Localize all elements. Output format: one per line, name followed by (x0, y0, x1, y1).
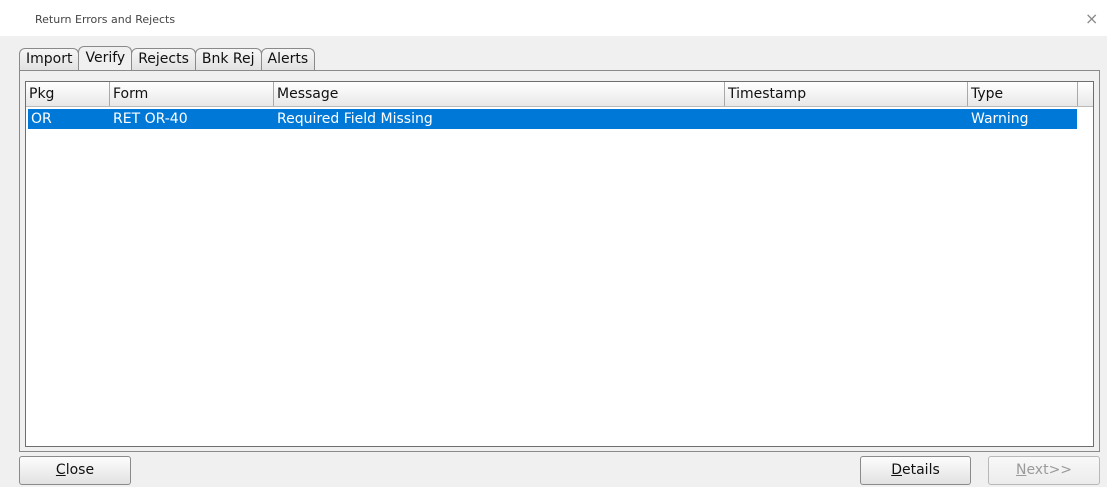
details-button-accel: D (891, 462, 902, 478)
tab-import[interactable]: Import (19, 48, 80, 70)
details-button-label: etails (902, 462, 940, 478)
tab-rejects[interactable]: Rejects (131, 48, 196, 70)
column-header-pkg[interactable]: Pkg (26, 82, 110, 106)
cell-form: RET OR-40 (113, 111, 188, 127)
cell-pkg: OR (31, 111, 52, 127)
tab-bnk-rej[interactable]: Bnk Rej (194, 48, 262, 70)
close-button-accel: C (55, 462, 66, 478)
tab-panel: Pkg Form Message Timestamp Type OR RET O… (19, 70, 1100, 452)
close-button[interactable]: Close (19, 456, 131, 485)
table-row[interactable]: OR RET OR-40 Required Field Missing Warn… (28, 109, 1077, 129)
list-header: Pkg Form Message Timestamp Type (26, 82, 1093, 107)
column-header-type[interactable]: Type (968, 82, 1078, 106)
cell-type: Warning (971, 111, 1029, 127)
tab-alerts[interactable]: Alerts (260, 48, 316, 70)
cell-timestamp (725, 109, 968, 129)
next-button-accel: N (1015, 462, 1027, 478)
details-button[interactable]: Details (860, 456, 971, 485)
errors-list[interactable]: Pkg Form Message Timestamp Type OR RET O… (25, 81, 1094, 447)
cell-message: Required Field Missing (277, 111, 433, 127)
next-button[interactable]: Next>> (988, 456, 1100, 485)
column-header-message[interactable]: Message (274, 82, 725, 106)
column-header-form[interactable]: Form (110, 82, 274, 106)
title-bar: Return Errors and Rejects × (0, 0, 1107, 36)
window-title: Return Errors and Rejects (35, 13, 176, 26)
close-button-label: lose (65, 462, 95, 478)
tab-verify[interactable]: Verify (78, 46, 133, 70)
close-window-icon[interactable]: × (1085, 9, 1098, 29)
column-header-timestamp[interactable]: Timestamp (725, 82, 968, 106)
next-button-label: ext>> (1026, 462, 1073, 478)
tab-strip: Import Verify Rejects Bnk Rej Alerts (19, 46, 316, 70)
